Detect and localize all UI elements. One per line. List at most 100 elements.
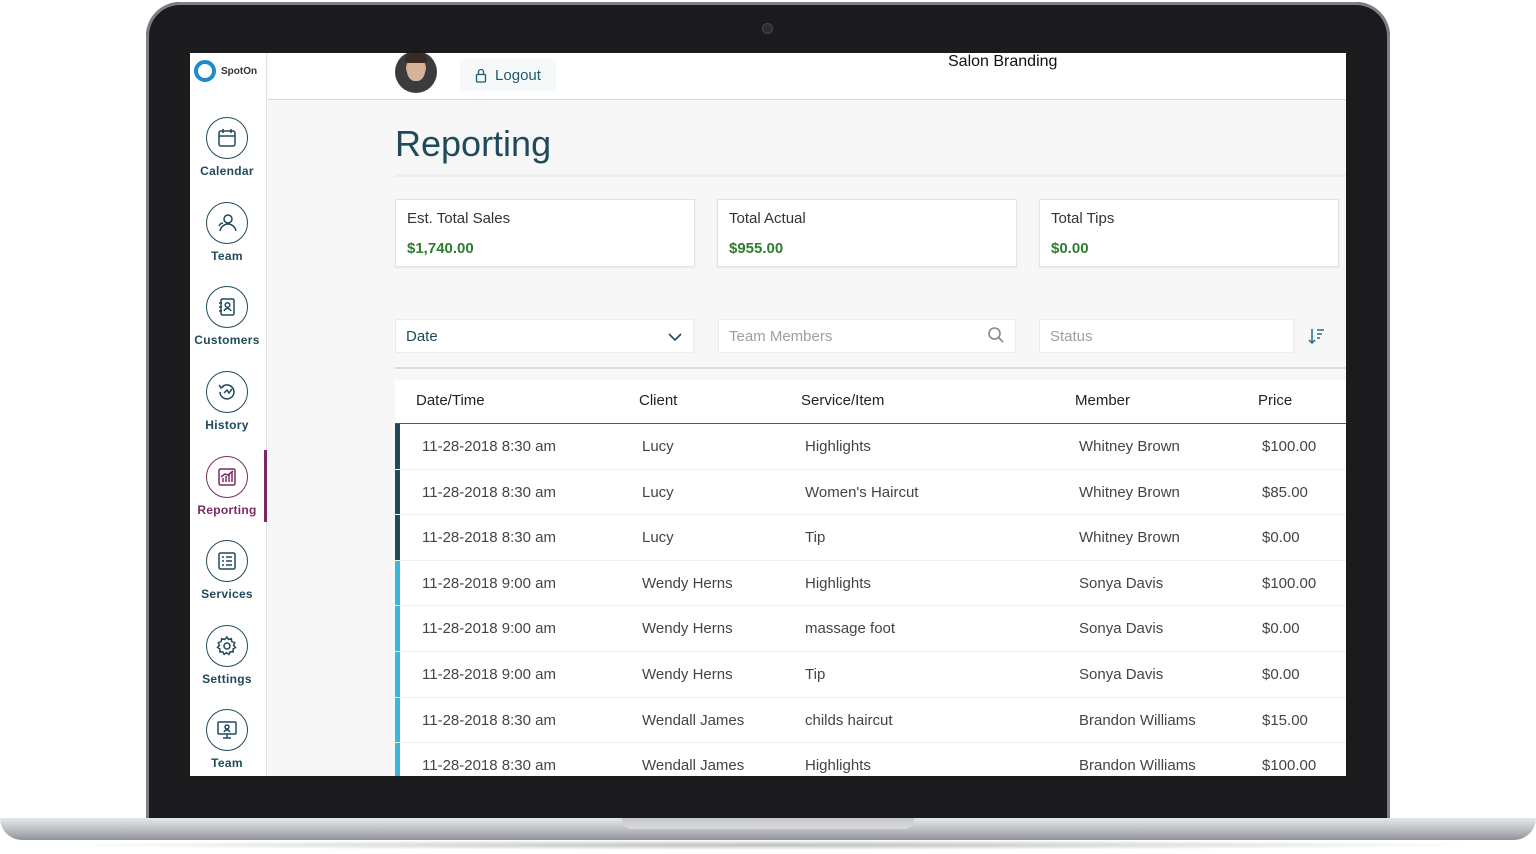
cell-service: Tip <box>805 529 826 547</box>
app-screen: SpotOn Calendar Team Customers History R… <box>190 53 1346 776</box>
cell-client: Wendy Herns <box>642 620 733 638</box>
table-row[interactable]: 11-28-2018 9:00 am Wendy Herns Tip Sonya Da… <box>395 651 1346 698</box>
column-header-client[interactable]: Client <box>639 392 677 409</box>
cell-datetime: 11-28-2018 9:00 am <box>422 665 556 683</box>
title-divider <box>395 174 1346 177</box>
column-header-datetime[interactable]: Date/Time <box>416 392 485 409</box>
cell-client: Lucy <box>642 529 674 547</box>
sidebar-item-calendar[interactable]: Calendar <box>190 117 264 178</box>
sidebar-item-customers[interactable]: Customers <box>190 286 264 347</box>
sidebar-item-label: History <box>205 418 249 432</box>
date-dropdown[interactable]: Date <box>395 319 694 353</box>
sort-icon[interactable] <box>1308 327 1326 345</box>
customers-icon <box>206 286 248 328</box>
card-label: Total Tips <box>1051 210 1115 227</box>
cell-datetime: 11-28-2018 8:30 am <box>422 529 556 547</box>
lock-icon <box>475 68 487 83</box>
cell-price: $100.00 <box>1262 574 1317 592</box>
cell-service: massage foot <box>805 620 896 638</box>
table-row[interactable]: 11-28-2018 8:30 am Lucy Women's Haircut Whi… <box>395 469 1346 516</box>
avatar[interactable] <box>395 53 437 93</box>
sidebar-item-label: Customers <box>194 333 260 347</box>
sidebar-item-services[interactable]: Services <box>190 540 264 601</box>
card-value: $0.00 <box>1051 240 1089 257</box>
sidebar-item-label: Reporting <box>197 503 257 517</box>
sidebar-item-team-display[interactable]: Team <box>190 709 264 770</box>
cell-service: Highlights <box>805 574 871 592</box>
row-accent-bar <box>395 469 400 515</box>
cell-client: Lucy <box>642 438 674 455</box>
total-tips-card: Total Tips $0.00 <box>1039 199 1339 267</box>
cell-datetime: 11-28-2018 8:30 am <box>422 438 556 455</box>
sidebar-item-reporting[interactable]: Reporting <box>190 456 264 517</box>
cell-member: Sonya Davis <box>1079 574 1164 592</box>
logo[interactable]: SpotOn <box>194 60 257 82</box>
row-accent-bar <box>395 697 400 743</box>
cell-client: Lucy <box>642 483 674 501</box>
table-row[interactable]: 11-28-2018 8:30 am Lucy Highlights Whitney … <box>395 424 1346 470</box>
table-row[interactable]: 11-28-2018 9:00 am Wendy Herns massage foo… <box>395 606 1346 652</box>
monitor-icon <box>206 709 248 751</box>
cell-member: Whitney Brown <box>1079 529 1180 547</box>
avatar-hair <box>405 53 427 63</box>
logout-button[interactable]: Logout <box>460 59 556 91</box>
sidebar: SpotOn Calendar Team Customers History R… <box>190 53 267 776</box>
sidebar-item-label: Team <box>211 756 243 770</box>
sidebar-item-settings[interactable]: Settings <box>190 625 264 686</box>
sidebar-item-label: Calendar <box>200 164 254 178</box>
cell-service: Tip <box>805 665 826 683</box>
report-table: Date/Time Client Service/Item Member Pri… <box>395 380 1346 776</box>
table-row[interactable]: 11-28-2018 9:00 am Wendy Herns Highlights S… <box>395 560 1346 607</box>
table-row[interactable]: 11-28-2018 8:30 am Wendall James childs ha… <box>395 697 1346 744</box>
sidebar-item-team[interactable]: Team <box>190 202 264 263</box>
column-header-service[interactable]: Service/Item <box>801 392 884 409</box>
row-accent-bar <box>395 606 400 651</box>
laptop-notch <box>622 818 914 829</box>
laptop-shadow <box>40 840 1496 850</box>
active-indicator <box>264 450 267 522</box>
cell-service: childs haircut <box>805 711 893 729</box>
column-header-member[interactable]: Member <box>1075 392 1130 409</box>
cell-datetime: 11-28-2018 8:30 am <box>422 757 556 775</box>
brand-title: Salon Branding <box>948 53 1058 70</box>
calendar-icon <box>206 117 248 159</box>
card-value: $955.00 <box>729 240 784 257</box>
top-header: Logout Salon Branding <box>268 53 1346 100</box>
table-row[interactable]: 11-28-2018 8:30 am Lucy Tip Whitney Brown $0… <box>395 515 1346 561</box>
cell-price: $0.00 <box>1262 529 1300 547</box>
cell-service: Women's Haircut <box>805 483 919 501</box>
cell-datetime: 11-28-2018 9:00 am <box>422 620 556 638</box>
cell-price: $0.00 <box>1262 620 1300 638</box>
logout-label: Logout <box>495 66 541 84</box>
cell-member: Sonya Davis <box>1079 665 1164 683</box>
history-icon <box>206 371 248 413</box>
table-header: Date/Time Client Service/Item Member Pri… <box>395 380 1346 424</box>
cell-client: Wendall James <box>642 711 745 729</box>
card-value: $1,740.00 <box>407 240 474 257</box>
table-row[interactable]: 11-28-2018 8:30 am Wendall James Highlight… <box>395 743 1346 776</box>
table-body: 11-28-2018 8:30 am Lucy Highlights Whitney … <box>395 424 1346 776</box>
row-accent-bar <box>395 651 400 697</box>
team-members-placeholder: Team Members <box>729 328 833 345</box>
team-members-search[interactable]: Team Members <box>718 319 1016 353</box>
sidebar-item-label: Team <box>211 249 243 263</box>
filter-divider <box>395 367 1346 369</box>
cell-member: Whitney Brown <box>1079 483 1180 501</box>
reporting-icon <box>206 456 248 498</box>
sidebar-item-history[interactable]: History <box>190 371 264 432</box>
date-dropdown-value: Date <box>406 328 438 345</box>
cell-client: Wendy Herns <box>642 574 733 592</box>
team-icon <box>206 202 248 244</box>
cell-client: Wendy Herns <box>642 665 733 683</box>
services-icon <box>206 540 248 582</box>
status-filter[interactable]: Status <box>1039 319 1294 353</box>
cell-price: $100.00 <box>1262 757 1317 775</box>
card-label: Est. Total Sales <box>407 210 511 227</box>
logo-text: SpotOn <box>221 65 258 77</box>
column-header-price[interactable]: Price <box>1258 392 1292 409</box>
cell-service: Highlights <box>805 438 871 455</box>
cell-datetime: 11-28-2018 9:00 am <box>422 574 556 592</box>
sidebar-item-label: Services <box>201 587 253 601</box>
webcam <box>763 24 772 33</box>
cell-member: Sonya Davis <box>1079 620 1164 638</box>
